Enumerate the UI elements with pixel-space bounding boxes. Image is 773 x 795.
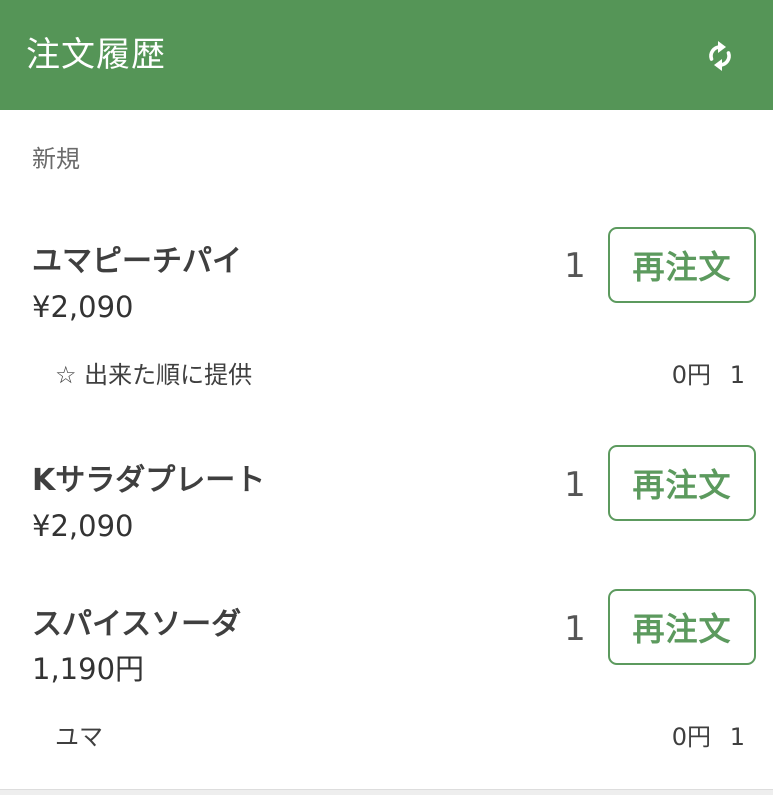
reorder-button[interactable]: 再注文 — [608, 445, 756, 521]
page-title: 注文履歴 — [26, 35, 166, 75]
item-price: ¥2,090 — [32, 509, 134, 543]
option-name: ユマ — [55, 723, 103, 751]
option-price: 0円 — [671, 723, 711, 751]
option-row: ユマ 0円 1 — [55, 719, 745, 755]
option-name: ☆ 出来た順に提供 — [55, 361, 253, 389]
item-quantity: 1 — [564, 609, 586, 649]
refresh-icon — [709, 41, 731, 71]
item-name: Kサラダプレート — [32, 463, 266, 498]
item-quantity: 1 — [564, 246, 586, 286]
option-row: ☆ 出来た順に提供 0円 1 — [55, 357, 745, 393]
item-name: スパイスソーダ — [32, 607, 242, 642]
reorder-button[interactable]: 再注文 — [608, 589, 756, 665]
section-label-new: 新規 — [32, 145, 80, 173]
refresh-button[interactable] — [702, 38, 738, 74]
app-header: 注文履歴 — [0, 0, 773, 110]
reorder-button[interactable]: 再注文 — [608, 227, 756, 303]
item-price: 1,190円 — [32, 652, 145, 686]
item-quantity: 1 — [564, 465, 586, 505]
item-price: ¥2,090 — [32, 290, 134, 324]
option-price: 0円 — [671, 361, 711, 389]
item-name: ユマピーチパイ — [32, 244, 242, 279]
option-quantity: 1 — [729, 723, 745, 751]
option-quantity: 1 — [729, 361, 745, 389]
bottom-divider — [0, 789, 773, 795]
